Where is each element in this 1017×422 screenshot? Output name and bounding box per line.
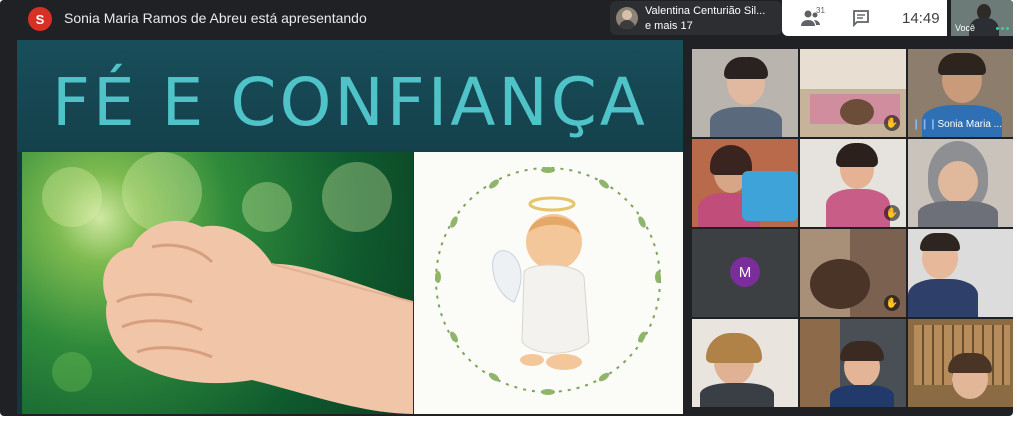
participant-tile[interactable] [908,229,1013,317]
presenting-label: Sonia Maria Ramos de Abreu está apresent… [64,10,367,26]
more-icon[interactable] [996,27,1009,30]
participant-tile[interactable] [692,49,798,137]
participant-tile[interactable] [908,139,1013,227]
participant-name: Sonia Maria ... [937,119,1002,130]
participant-tile[interactable] [800,319,906,407]
slide-title: FÉ E CONFIANÇA [52,64,648,141]
hands-icon [103,220,413,414]
mic-icon: ❙❙❙ [912,119,938,130]
raised-hand-icon: ✋ [884,205,900,221]
praying-hands-image [22,152,413,414]
participant-grid: ✋ ❙❙❙ Sonia Maria ... ✋ M ✋ [692,49,1013,409]
raised-hand-icon: ✋ [884,115,900,131]
chat-icon[interactable] [852,9,870,27]
participant-tile[interactable] [908,319,1013,407]
presentation-slide: FÉ E CONFIANÇA [17,40,683,414]
participant-tile[interactable] [692,319,798,407]
angel-icon [435,167,661,395]
participant-chip-name: Valentina Centurião Sil... [645,5,766,17]
self-label: Você [955,23,976,33]
participant-tile-speaking[interactable]: ❙❙❙ Sonia Maria ... [908,49,1013,137]
meeting-toolbar: 31 14:49 [782,0,947,36]
participant-chip-more: e mais 17 [645,20,693,32]
participant-tile[interactable]: ✋ [800,139,906,227]
angel-illustration [414,152,683,414]
participant-chip[interactable]: Valentina Centurião Sil... e mais 17 [610,1,782,35]
participant-avatar [616,7,638,29]
meet-window: S Sonia Maria Ramos de Abreu está aprese… [0,0,1013,416]
presenter-avatar: S [28,7,52,31]
participant-tile[interactable] [692,139,798,227]
people-count: 31 [816,6,825,15]
top-bar: S Sonia Maria Ramos de Abreu está aprese… [0,0,1013,38]
clock: 14:49 [902,10,940,27]
participant-tile[interactable]: ✋ [800,49,906,137]
participant-tile[interactable]: ✋ [800,229,906,317]
participant-tile-avatar[interactable]: M [692,229,798,317]
participant-avatar: M [730,257,760,287]
raised-hand-icon: ✋ [884,295,900,311]
self-view-tile[interactable]: Você [951,0,1013,36]
